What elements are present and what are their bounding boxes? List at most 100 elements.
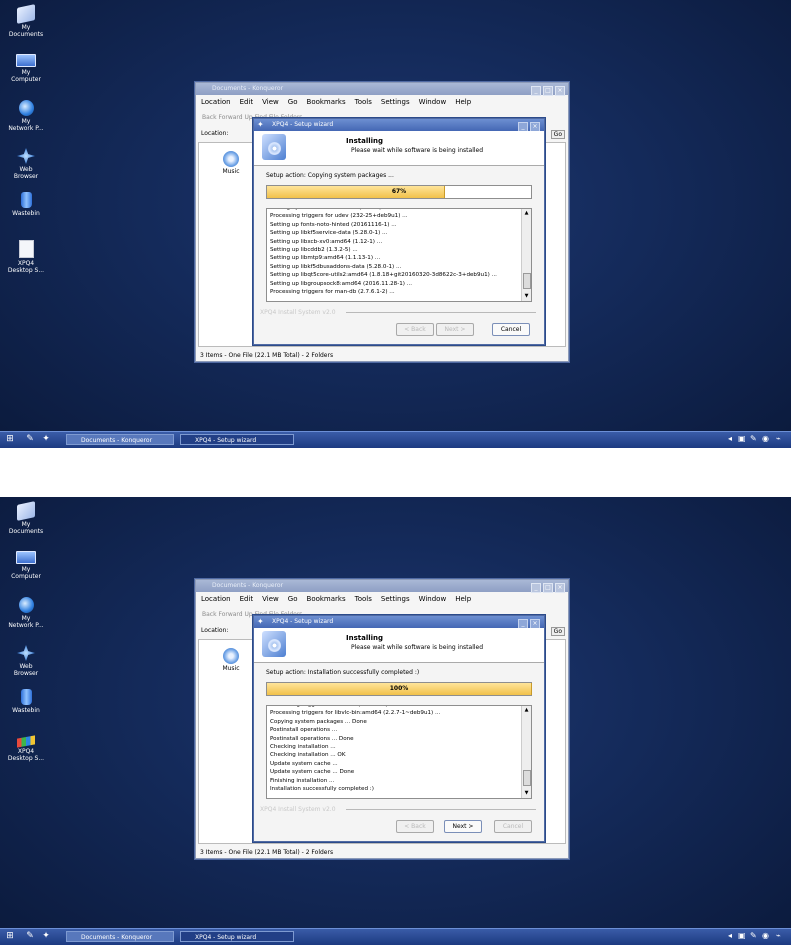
cancel-button[interactable]: Cancel — [492, 323, 530, 336]
log-line: Processing triggers for man-db (2.7.6.1-… — [270, 289, 395, 296]
menu-item-window[interactable]: Window — [419, 595, 447, 603]
close-button[interactable]: × — [555, 583, 565, 593]
menu-item-go[interactable]: Go — [288, 98, 298, 106]
desktop-icon-web-browser[interactable]: Web Browser — [4, 148, 48, 180]
start-menu-icon[interactable]: ⊞ — [4, 930, 16, 942]
scroll-up-icon[interactable]: ▲ — [522, 209, 531, 218]
desktop-icon-label: My Computer — [11, 69, 41, 83]
quicklaunch-web-icon[interactable]: ✦ — [40, 433, 52, 445]
maximize-button[interactable]: □ — [543, 86, 553, 96]
wizard-banner: Installing Please wait while software is… — [254, 131, 544, 166]
my-computer-icon — [16, 54, 36, 67]
desktop-icon-my-computer[interactable]: My Computer — [4, 551, 48, 580]
konqueror-titlebar[interactable]: Documents - Konqueror _ □ × — [196, 83, 568, 96]
location-label: Location: — [201, 627, 229, 634]
log-line: Checking installation ... OK — [270, 752, 346, 759]
minimize-button[interactable]: _ — [531, 583, 541, 593]
progress-text: 100% — [389, 685, 409, 692]
scroll-thumb[interactable] — [523, 770, 531, 786]
desktop-icon-wastebin[interactable]: Wastebin — [4, 689, 48, 714]
go-button[interactable]: Go — [550, 627, 565, 636]
menu-item-location[interactable]: Location — [201, 595, 231, 603]
tray-extra-icon[interactable]: ⌁ — [776, 434, 786, 444]
progress-bar: 67% — [266, 185, 532, 199]
status-bar: 3 Items - One File (22.1 MB Total) - 2 F… — [200, 849, 334, 856]
menu-item-settings[interactable]: Settings — [381, 595, 410, 603]
menu-item-settings[interactable]: Settings — [381, 98, 410, 106]
log-line: Setting up libxcb-xv0:amd64 (1.12-1) ... — [270, 238, 383, 245]
go-button[interactable]: Go — [550, 130, 565, 139]
wizard-titlebar[interactable]: ✦ XPQ4 - Setup wizard _ × — [254, 119, 544, 132]
menu-item-bookmarks[interactable]: Bookmarks — [307, 98, 346, 106]
back-button[interactable]: < Back — [396, 820, 434, 833]
back-button[interactable]: < Back — [396, 323, 434, 336]
menu-item-go[interactable]: Go — [288, 595, 298, 603]
menu-item-tools[interactable]: Tools — [355, 595, 372, 603]
desktop-icon-my-documents[interactable]: My Documents — [4, 4, 48, 38]
tray-volume-icon[interactable]: ◉ — [762, 931, 772, 941]
tray-network-icon[interactable]: ✎ — [750, 434, 760, 444]
taskbar-setup-wizard[interactable]: XPQ4 - Setup wizard — [180, 434, 294, 445]
log-line: Checking installation ... — [270, 744, 336, 751]
maximize-button[interactable]: □ — [543, 583, 553, 593]
tray-extra-icon[interactable]: ⌁ — [776, 931, 786, 941]
menu-item-edit[interactable]: Edit — [240, 98, 254, 106]
close-button[interactable]: × — [555, 86, 565, 96]
music-folder[interactable]: Music — [217, 151, 245, 175]
web-browser-icon — [17, 148, 35, 164]
log-line: Setting up libkf5service-data (5.28.0-1)… — [270, 230, 388, 237]
menu-item-view[interactable]: View — [262, 595, 279, 603]
wizard-app-icon: ✦ — [257, 120, 264, 129]
quicklaunch-web-icon[interactable]: ✦ — [40, 930, 52, 942]
log-scrollbar[interactable]: ▲ ▼ — [521, 209, 531, 301]
menu-item-tools[interactable]: Tools — [355, 98, 372, 106]
taskbar-setup-wizard[interactable]: XPQ4 - Setup wizard — [180, 931, 294, 942]
menu-item-bookmarks[interactable]: Bookmarks — [307, 595, 346, 603]
menu-item-window[interactable]: Window — [419, 98, 447, 106]
log-line: Setting up libkf5dbusaddons-data (5.28.0… — [270, 263, 402, 270]
desktop-icon-network-places[interactable]: My Network P... — [4, 100, 48, 132]
taskbar-konqueror[interactable]: Documents - Konqueror — [66, 931, 174, 942]
wizard-titlebar[interactable]: ✦ XPQ4 - Setup wizard _ × — [254, 616, 544, 629]
desktop-icon-xpq4-logo[interactable]: XPQ4 Desktop S... — [4, 735, 48, 762]
start-menu-icon[interactable]: ⊞ — [4, 433, 16, 445]
minimize-button[interactable]: _ — [531, 86, 541, 96]
tray-arrow-icon[interactable]: ◂ — [728, 434, 738, 444]
scroll-down-icon[interactable]: ▼ — [522, 789, 531, 798]
tray-volume-icon[interactable]: ◉ — [762, 434, 772, 444]
log-scrollbar[interactable]: ▲ ▼ — [521, 706, 531, 798]
menu-item-view[interactable]: View — [262, 98, 279, 106]
setup-wizard-window: ✦ XPQ4 - Setup wizard _ × Installing Plea… — [253, 118, 545, 345]
quicklaunch-home-icon[interactable]: ✎ — [24, 433, 36, 445]
desktop-icon-blank-file[interactable]: XPQ4 Desktop S... — [4, 240, 48, 274]
desktop-icon-network-places[interactable]: My Network P... — [4, 597, 48, 629]
install-log[interactable]: Setting up libxcb-dri3-0:amd64 (1.12-1) … — [266, 208, 532, 302]
desktop-icon-my-documents[interactable]: My Documents — [4, 501, 48, 535]
menu-item-edit[interactable]: Edit — [240, 595, 254, 603]
tray-clipboard-icon[interactable]: ▣ — [738, 931, 748, 941]
desktop-icon-my-computer[interactable]: My Computer — [4, 54, 48, 83]
tray-network-icon[interactable]: ✎ — [750, 931, 760, 941]
desktop-icon-wastebin[interactable]: Wastebin — [4, 192, 48, 217]
log-line: Processing triggers for libvlc-bin:amd64… — [270, 710, 441, 717]
tray-clipboard-icon[interactable]: ▣ — [738, 434, 748, 444]
menu-item-help[interactable]: Help — [455, 98, 471, 106]
konqueror-titlebar[interactable]: Documents - Konqueror _ □ × — [196, 580, 568, 593]
blank-file-icon — [18, 240, 34, 258]
menu-item-help[interactable]: Help — [455, 595, 471, 603]
menu-item-location[interactable]: Location — [201, 98, 231, 106]
taskbar-konqueror[interactable]: Documents - Konqueror — [66, 434, 174, 445]
next-button[interactable]: Next > — [436, 323, 474, 336]
tray-arrow-icon[interactable]: ◂ — [728, 931, 738, 941]
scroll-up-icon[interactable]: ▲ — [522, 706, 531, 715]
wastebin-icon — [20, 192, 32, 208]
install-log[interactable]: Processing triggers for man-db (2.7.6.1-… — [266, 705, 532, 799]
scroll-thumb[interactable] — [523, 273, 531, 289]
music-folder[interactable]: Music — [217, 648, 245, 672]
next-button[interactable]: Next > — [444, 820, 482, 833]
network-places-icon — [18, 597, 34, 613]
scroll-down-icon[interactable]: ▼ — [522, 292, 531, 301]
desktop-icon-web-browser[interactable]: Web Browser — [4, 645, 48, 677]
cancel-button[interactable]: Cancel — [494, 820, 532, 833]
quicklaunch-home-icon[interactable]: ✎ — [24, 930, 36, 942]
